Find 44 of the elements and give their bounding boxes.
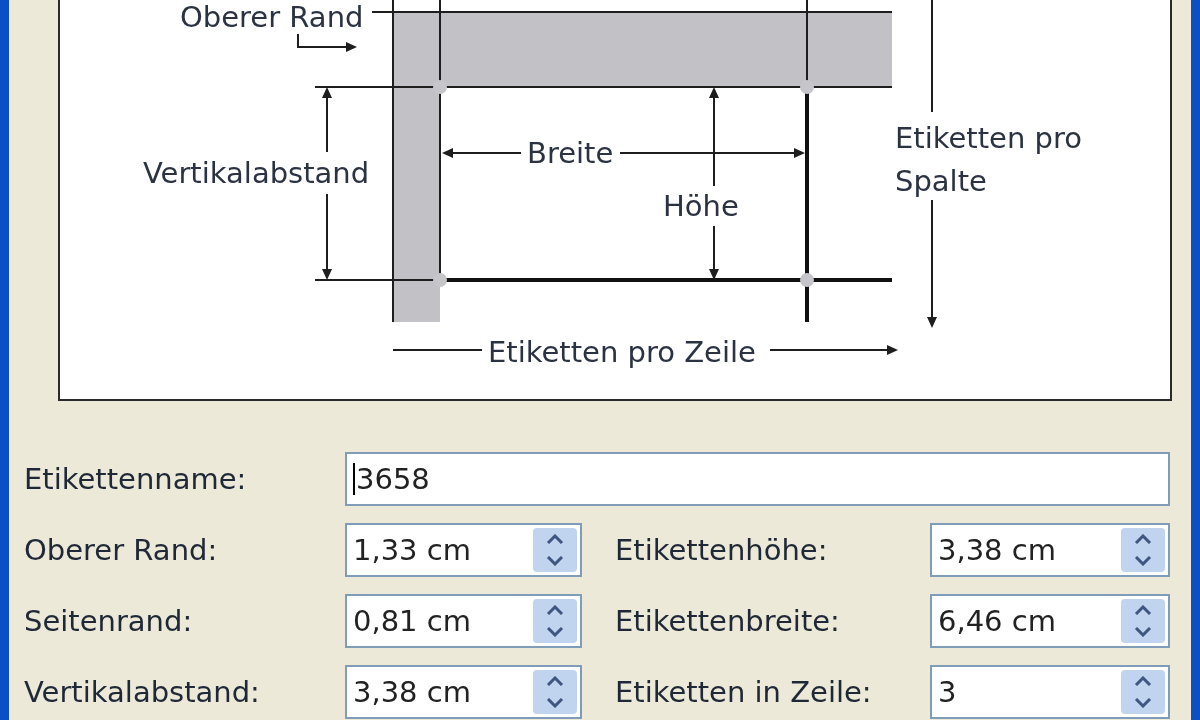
spin-down-button[interactable] [1121,621,1165,643]
spin-up-button[interactable] [533,670,577,692]
field-label: Etikettenhöhe: [615,533,828,567]
field-label: Vertikalabstand: [24,675,260,709]
chevron-down-icon [1134,698,1152,708]
spin-up-button[interactable] [1121,599,1165,621]
chevron-down-icon [546,556,564,566]
diagram-label: Etiketten pro Zeile [488,335,756,369]
chevron-down-icon [546,698,564,708]
spin-down-button[interactable] [533,550,577,572]
spin-box[interactable]: 3,38 cm [930,523,1170,577]
spin-down-button[interactable] [1121,550,1165,572]
spin-box[interactable]: 3 [930,665,1170,719]
chevron-down-icon [546,627,564,637]
field-label: Oberer Rand: [24,533,218,567]
spin-up-button[interactable] [1121,528,1165,550]
field-label: Etikettenname: [24,462,247,496]
chevron-up-icon [546,605,564,615]
diagram-label: Vertikalabstand [143,156,370,190]
field-label: Seitenrand: [24,604,193,638]
chevron-down-icon [1134,627,1152,637]
chevron-up-icon [1134,676,1152,686]
chevron-up-icon [546,534,564,544]
spin-box[interactable]: 0,81 cm [345,594,582,648]
text-field[interactable]: 3658 [345,452,1170,506]
field-label: Etikettenbreite: [615,604,840,638]
spin-box[interactable]: 1,33 cm [345,523,582,577]
chevron-up-icon [1134,605,1152,615]
spin-up-button[interactable] [533,528,577,550]
chevron-up-icon [546,676,564,686]
chevron-down-icon [1134,556,1152,566]
spin-up-button[interactable] [1121,670,1165,692]
field-label: Etiketten in Zeile: [615,675,872,709]
chevron-up-icon [1134,534,1152,544]
spin-down-button[interactable] [1121,692,1165,714]
spin-down-button[interactable] [533,692,577,714]
spin-down-button[interactable] [533,621,577,643]
diagram-label: Breite [527,136,614,170]
spin-up-button[interactable] [533,599,577,621]
spin-box[interactable]: 3,38 cm [345,665,582,719]
diagram-label: Oberer Rand [180,0,364,34]
spin-box[interactable]: 6,46 cm [930,594,1170,648]
diagram-label: Etiketten pro Spalte [895,120,1083,200]
diagram-label: Höhe [663,189,739,223]
